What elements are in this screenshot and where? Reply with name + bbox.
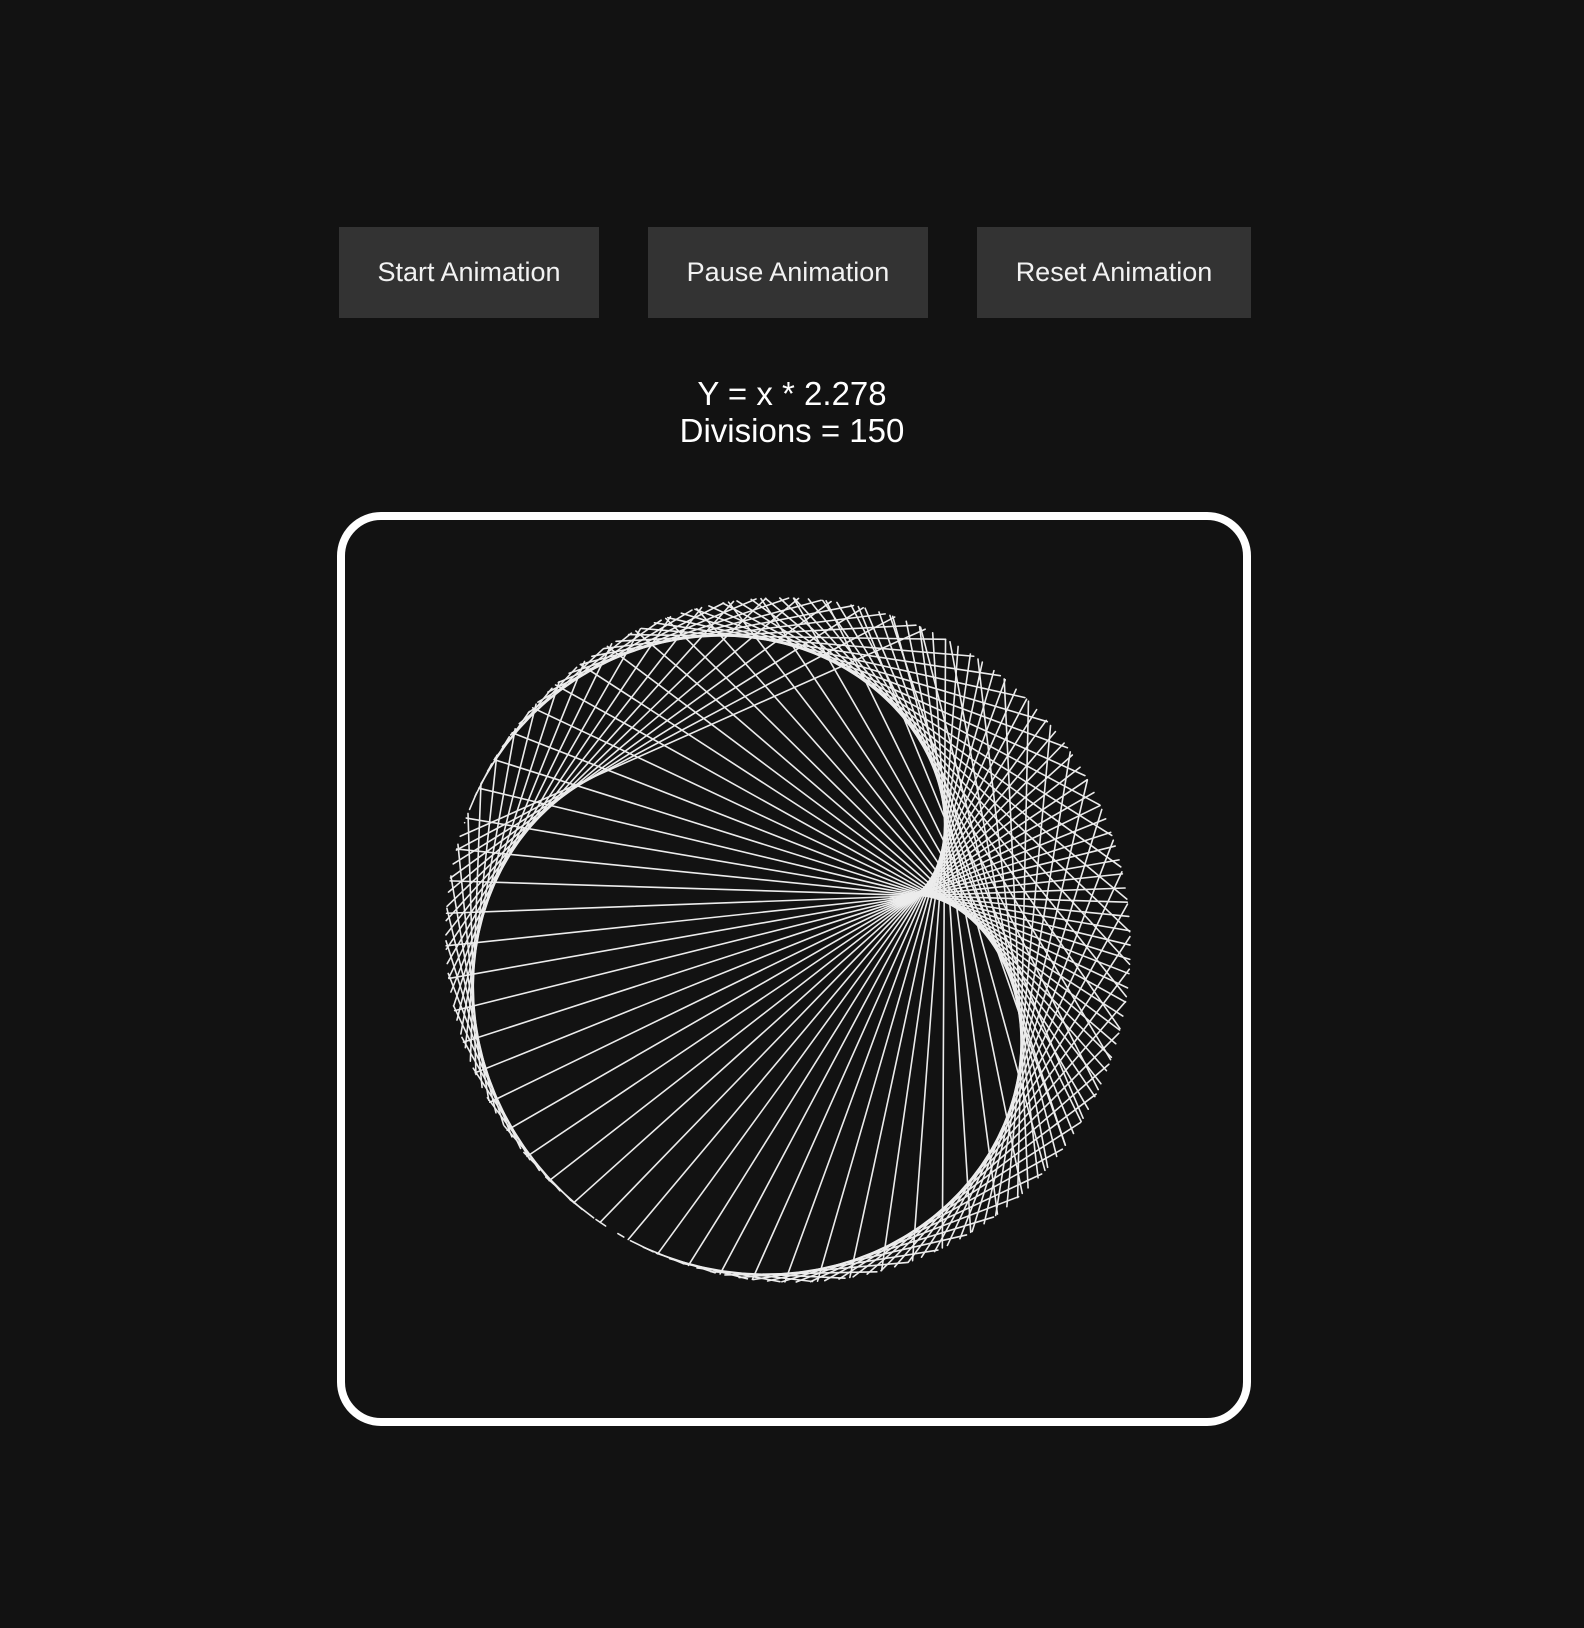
pattern-chord (751, 688, 1017, 1281)
pattern-chord (687, 708, 1038, 1267)
pattern-lines (445, 597, 1131, 1283)
pause-animation-button[interactable]: Pause Animation (648, 227, 928, 318)
pattern-chord (824, 1148, 1064, 1282)
pattern-chord (455, 616, 896, 851)
pattern-chord (825, 600, 1082, 1123)
pattern-chord (447, 597, 800, 893)
animation-canvas (337, 512, 1251, 1426)
pattern-chord (866, 1063, 1110, 1275)
pattern-chord (445, 615, 672, 951)
formula-readout: Y = x * 2.278 Divisions = 150 (0, 375, 1584, 449)
start-animation-button[interactable]: Start Animation (339, 227, 599, 318)
equation-text: Y = x * 2.278 (697, 375, 887, 412)
pattern-chord (849, 661, 984, 1279)
pattern-chord (450, 660, 586, 993)
pattern-chord (445, 606, 703, 936)
pattern-chord (664, 617, 1113, 1059)
reset-animation-button[interactable]: Reset Animation (977, 227, 1251, 318)
pattern-chord (465, 817, 1131, 932)
pattern-chord (629, 1239, 654, 1253)
times-table-pattern (445, 597, 1131, 1283)
divisions-text: Divisions = 150 (679, 412, 905, 449)
animation-controls: Start Animation Pause Animation Reset An… (0, 227, 1584, 318)
pattern-chord (617, 1232, 625, 1238)
pattern-chord (595, 1218, 607, 1227)
pattern-chord (656, 719, 1048, 1255)
